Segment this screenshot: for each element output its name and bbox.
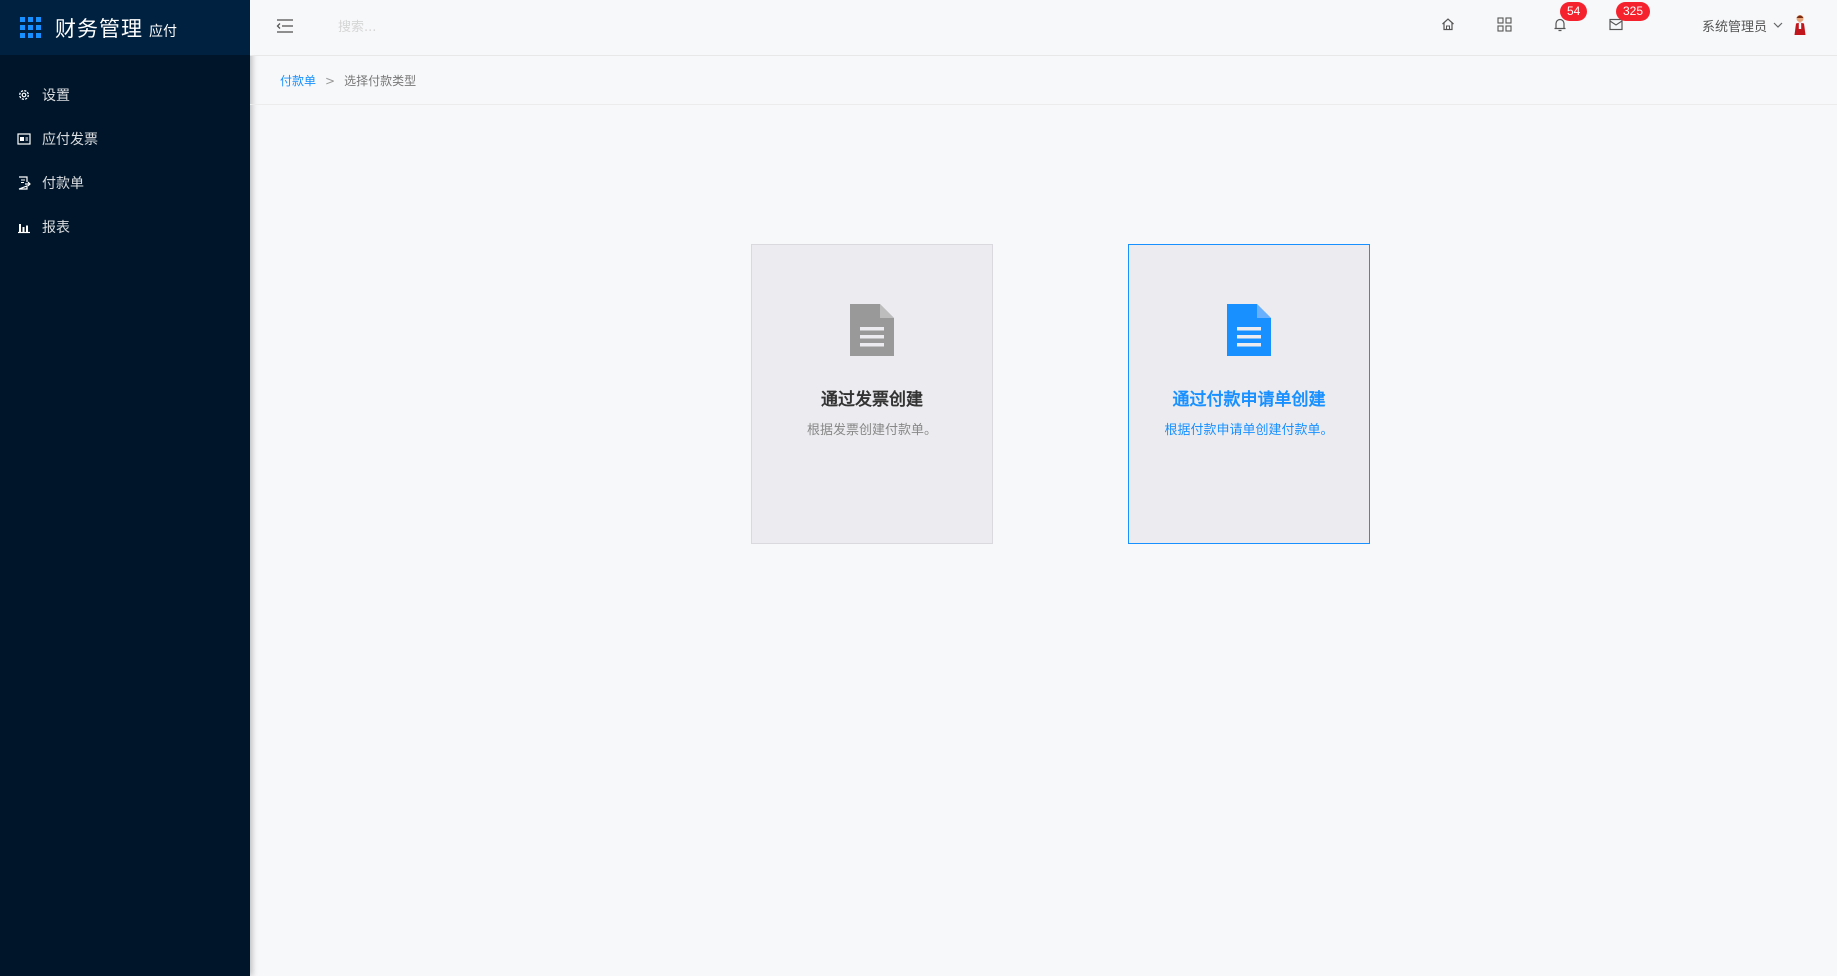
user-menu[interactable]: 系统管理员 xyxy=(1702,10,1807,40)
invoice-icon xyxy=(16,131,32,147)
home-button[interactable] xyxy=(1436,12,1460,36)
search-input[interactable] xyxy=(338,12,538,42)
bar-chart-icon xyxy=(16,219,32,235)
document-icon xyxy=(850,304,894,356)
breadcrumb-link-payments[interactable]: 付款单 xyxy=(280,72,316,89)
avatar xyxy=(1794,15,1806,35)
notifications-badge: 54 xyxy=(1560,2,1588,21)
messages-button[interactable]: 325 xyxy=(1604,2,1651,36)
brand-subtitle: 应付 xyxy=(149,23,177,40)
brand-title: 财务管理 xyxy=(55,16,143,41)
gear-icon xyxy=(16,87,32,103)
notifications-button[interactable]: 54 xyxy=(1548,2,1588,36)
brand[interactable]: 财务管理 应付 xyxy=(0,0,250,55)
breadcrumb: 付款单 > 选择付款类型 xyxy=(250,57,1837,105)
payment-doc-icon xyxy=(16,175,32,191)
sidebar-menu: 设置 应付发票 付款单 报表 xyxy=(0,73,250,249)
breadcrumb-separator: > xyxy=(325,73,336,88)
menu-fold-icon xyxy=(276,19,293,33)
sidebar-item-label: 设置 xyxy=(42,88,70,104)
card-title: 通过付款申请单创建 xyxy=(1172,390,1326,410)
top-header: 54 325 系统管理员 xyxy=(250,0,1837,56)
sidebar-item-settings[interactable]: 设置 xyxy=(0,73,250,117)
home-icon xyxy=(1442,18,1454,31)
sidebar: 财务管理 应付 设置 应付发票 付款单 报表 xyxy=(0,0,250,976)
menu-fold-button[interactable] xyxy=(272,13,298,39)
sidebar-item-label: 报表 xyxy=(42,220,70,236)
create-from-invoice-card[interactable]: 通过发票创建 根据发票创建付款单。 xyxy=(751,244,993,544)
grid-icon xyxy=(1496,16,1512,32)
chevron-down-icon xyxy=(1773,22,1783,28)
apps-grid-icon xyxy=(20,17,41,38)
apps-button[interactable] xyxy=(1492,12,1516,36)
sidebar-item-label: 应付发票 xyxy=(42,132,98,148)
create-from-payment-request-card[interactable]: 通过付款申请单创建 根据付款申请单创建付款单。 xyxy=(1128,244,1370,544)
messages-badge: 325 xyxy=(1616,2,1651,21)
breadcrumb-current: 选择付款类型 xyxy=(344,74,417,88)
document-icon xyxy=(1227,304,1271,356)
sidebar-item-payments[interactable]: 付款单 xyxy=(0,161,250,205)
sidebar-item-label: 付款单 xyxy=(42,176,84,192)
card-title: 通过发票创建 xyxy=(821,390,923,410)
sidebar-item-invoices[interactable]: 应付发票 xyxy=(0,117,250,161)
sidebar-item-reports[interactable]: 报表 xyxy=(0,205,250,249)
user-name: 系统管理员 xyxy=(1701,19,1767,35)
card-description: 根据付款申请单创建付款单。 xyxy=(1164,423,1334,438)
card-description: 根据发票创建付款单。 xyxy=(806,423,937,438)
